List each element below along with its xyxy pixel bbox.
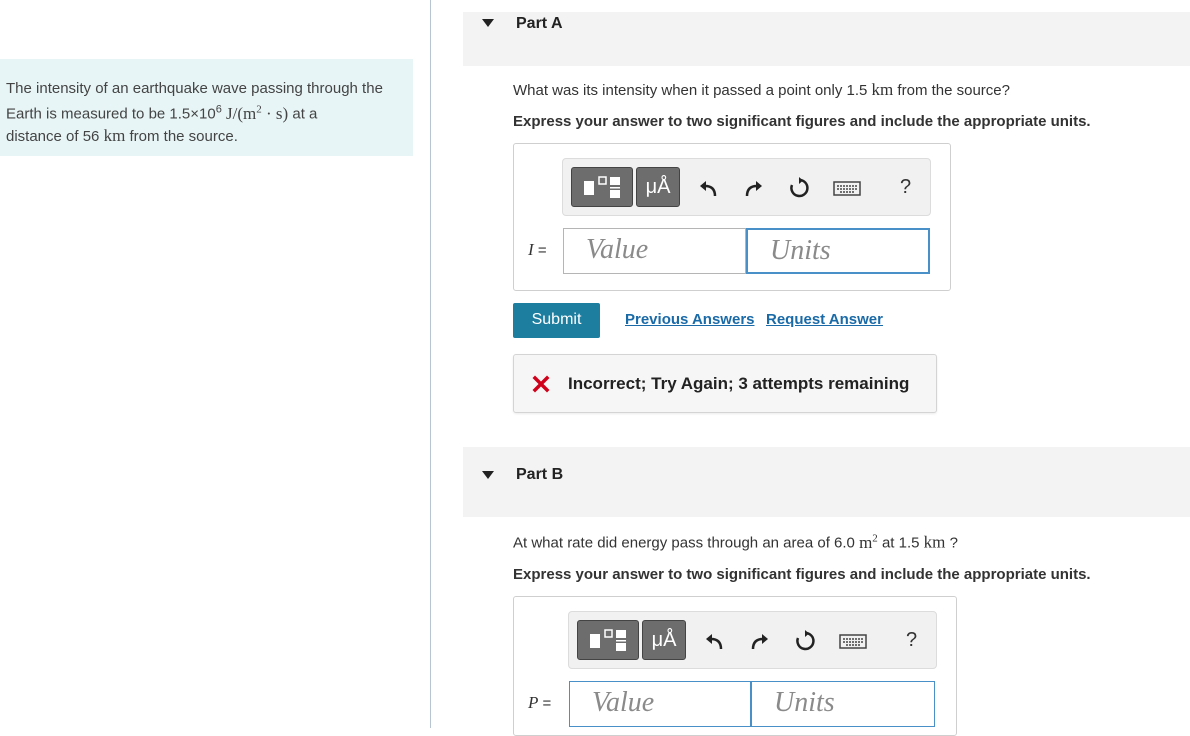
problem-statement: The intensity of an earthquake wave pass… <box>0 59 413 156</box>
submit-button[interactable]: Submit <box>513 303 600 338</box>
redo-icon[interactable] <box>741 176 765 200</box>
part-a-value-input[interactable]: Value <box>563 228 746 274</box>
part-b-title[interactable]: Part B <box>516 466 563 484</box>
reset-icon[interactable] <box>787 176 811 200</box>
redo-icon[interactable] <box>747 629 771 653</box>
part-b-value-input[interactable]: Value <box>569 681 751 727</box>
collapse-triangle-icon[interactable] <box>482 19 494 27</box>
part-b-equation-toolbar: μÅ ? <box>568 611 937 669</box>
part-b-question: At what rate did energy pass through an … <box>513 532 958 552</box>
keyboard-icon[interactable] <box>833 176 861 200</box>
keyboard-icon[interactable] <box>839 629 867 653</box>
previous-answers-link[interactable]: Previous Answers <box>625 311 755 328</box>
part-a-question: What was its intensity when it passed a … <box>513 80 1010 99</box>
feedback-message: Incorrect; Try Again; 3 attempts remaini… <box>568 374 910 393</box>
undo-icon[interactable] <box>703 629 727 653</box>
request-answer-link[interactable]: Request Answer <box>766 311 883 328</box>
collapse-triangle-icon[interactable] <box>482 471 494 479</box>
feedback-banner: Incorrect; Try Again; 3 attempts remaini… <box>513 354 937 413</box>
part-a-units-input[interactable]: Units <box>746 228 930 274</box>
part-b-variable-label: P = <box>528 693 552 712</box>
reset-icon[interactable] <box>793 629 817 653</box>
part-a-instruction: Express your answer to two significant f… <box>513 113 1091 130</box>
part-b-instruction: Express your answer to two significant f… <box>513 566 1091 583</box>
units-icon[interactable]: μÅ <box>642 620 686 660</box>
units-icon[interactable]: μÅ <box>636 167 680 207</box>
part-b-header[interactable] <box>463 447 1190 517</box>
part-a-header[interactable] <box>463 12 1190 66</box>
part-a-title[interactable]: Part A <box>516 15 563 33</box>
undo-icon[interactable] <box>697 176 721 200</box>
incorrect-x-icon <box>532 375 550 393</box>
part-a-equation-toolbar: μÅ ? <box>562 158 931 216</box>
part-b-answer-box: μÅ ? P = Value Units <box>513 596 957 736</box>
templates-icon[interactable] <box>571 167 633 207</box>
part-b-units-input[interactable]: Units <box>751 681 935 727</box>
help-icon[interactable]: ? <box>906 629 917 652</box>
help-icon[interactable]: ? <box>900 176 911 199</box>
templates-icon[interactable] <box>577 620 639 660</box>
column-divider <box>430 0 431 728</box>
part-a-answer-box: μÅ ? I = Value Units <box>513 143 951 291</box>
part-a-variable-label: I = <box>528 240 547 259</box>
